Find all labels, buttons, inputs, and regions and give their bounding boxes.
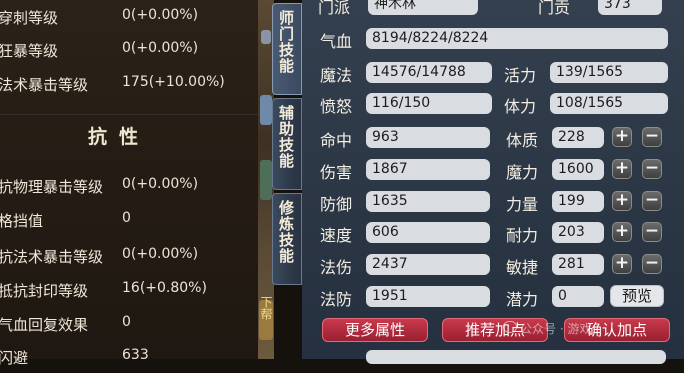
- mp-label: 魔法: [320, 66, 353, 85]
- stat-row-hp-regen: 气血回复效果 0: [0, 310, 258, 340]
- stat-value: 0(+0.00%): [122, 246, 199, 262]
- strength-plus-button[interactable]: +: [612, 191, 632, 211]
- stat-row-block: 格挡值 0: [0, 206, 258, 236]
- tab-cultivation-skills[interactable]: 修炼技能: [272, 193, 302, 285]
- speed-label: 速度: [320, 226, 353, 245]
- strength-label: 力量: [506, 195, 539, 214]
- stat-value: 0: [122, 314, 131, 330]
- defense-field: 1635: [366, 191, 490, 212]
- hit-label: 命中: [320, 131, 353, 150]
- tab-support-skills[interactable]: 辅助技能: [272, 98, 302, 190]
- defense-label: 防御: [320, 195, 353, 214]
- preview-button[interactable]: 预览: [610, 285, 664, 307]
- magic-plus-button[interactable]: +: [612, 159, 632, 179]
- strip-ornament: [261, 30, 271, 44]
- stat-label: 法术暴击等级: [0, 76, 89, 94]
- stat-label: 气血回复效果: [0, 316, 89, 334]
- stat-value: 633: [122, 347, 149, 363]
- anger-label: 愤怒: [320, 97, 353, 116]
- endurance-minus-button[interactable]: −: [642, 222, 662, 242]
- spell-defense-label: 法防: [320, 290, 353, 309]
- watermark-text: 公众号 · 游戏: [520, 322, 592, 336]
- stat-value: 0(+0.00%): [122, 7, 199, 23]
- constitution-minus-button[interactable]: −: [642, 127, 662, 147]
- stat-row-phys-crit-resist: 抗物理暴击等级 0(+0.00%): [0, 172, 258, 202]
- potential-label: 潜力: [506, 290, 539, 309]
- endurance-plus-button[interactable]: +: [612, 222, 632, 242]
- constitution-label: 体质: [506, 131, 539, 150]
- resistance-panel: 穿刺等级 0(+0.00%) 狂暴等级 0(+0.00%) 法术暴击等级 175…: [0, 0, 258, 367]
- next-row-field: [366, 350, 666, 364]
- strength-field: 199: [552, 191, 604, 212]
- stamina-field: 108/1565: [550, 93, 668, 114]
- agility-field: 281: [552, 254, 604, 275]
- damage-label: 伤害: [320, 163, 353, 182]
- stat-row-seal-resist: 抵抗封印等级 16(+0.80%): [0, 276, 258, 306]
- stat-value: 16(+0.80%): [122, 280, 207, 296]
- school-field: 神木林: [368, 0, 478, 15]
- spell-defense-field: 1951: [366, 286, 490, 307]
- stat-label: 抵抗封印等级: [0, 282, 89, 300]
- wechat-icon: [503, 321, 517, 333]
- stat-value: 0(+0.00%): [122, 176, 199, 192]
- agility-label: 敏捷: [506, 258, 539, 277]
- tab-label: 师门技能: [277, 10, 295, 74]
- hp-label: 气血: [320, 32, 353, 51]
- stat-label: 格挡值: [0, 212, 44, 230]
- section-divider: [0, 114, 258, 115]
- stamina-label: 体力: [504, 97, 537, 116]
- stat-label: 抗物理暴击等级: [0, 178, 104, 196]
- strip-ornament: [260, 95, 272, 125]
- mp-field: 14576/14788: [366, 62, 492, 83]
- stat-row-berserk: 狂暴等级 0(+0.00%): [0, 36, 258, 66]
- damage-field: 1867: [366, 159, 490, 180]
- magic-label: 魔力: [506, 163, 539, 182]
- magic-minus-button[interactable]: −: [642, 159, 662, 179]
- strip-text: 下帮: [259, 296, 273, 320]
- school-label: 门派: [318, 0, 351, 17]
- constitution-field: 228: [552, 127, 604, 148]
- vitality-field: 139/1565: [550, 62, 668, 83]
- stat-label: 狂暴等级: [0, 42, 59, 60]
- spell-damage-field: 2437: [366, 254, 490, 275]
- stat-label: 闪避: [0, 349, 29, 367]
- endurance-field: 203: [552, 222, 604, 243]
- tab-label: 修炼技能: [277, 200, 295, 264]
- vitality-label: 活力: [504, 66, 537, 85]
- character-attributes-panel: 门派 神木林 门贡 373 气血 8194/8224/8224 魔法 14576…: [302, 0, 684, 364]
- stat-value: 0(+0.00%): [122, 40, 199, 56]
- constitution-plus-button[interactable]: +: [612, 127, 632, 147]
- stat-row-penetration: 穿刺等级 0(+0.00%): [0, 3, 258, 33]
- speed-field: 606: [366, 222, 490, 243]
- contribution-field: 373: [598, 0, 662, 15]
- stat-row-spell-crit: 法术暴击等级 175(+10.00%): [0, 70, 258, 100]
- stat-row-dodge: 闪避 633: [0, 343, 258, 373]
- section-title-resistance: 抗性: [88, 126, 151, 148]
- tab-school-skills[interactable]: 师门技能: [272, 3, 302, 95]
- strength-minus-button[interactable]: −: [642, 191, 662, 211]
- tab-label: 辅助技能: [277, 105, 295, 169]
- stat-value: 0: [122, 210, 131, 226]
- endurance-label: 耐力: [506, 226, 539, 245]
- spell-damage-label: 法伤: [320, 258, 353, 277]
- stat-value: 175(+10.00%): [122, 74, 225, 90]
- magic-field: 1600: [552, 159, 604, 180]
- stat-label: 抗法术暴击等级: [0, 248, 104, 266]
- agility-plus-button[interactable]: +: [612, 254, 632, 274]
- hp-field: 8194/8224/8224: [366, 28, 668, 49]
- anger-field: 116/150: [366, 93, 492, 114]
- potential-field: 0: [552, 286, 604, 307]
- stat-label: 穿刺等级: [0, 9, 59, 27]
- contribution-label: 门贡: [538, 0, 571, 17]
- hit-field: 963: [366, 127, 490, 148]
- stat-row-spell-crit-resist: 抗法术暴击等级 0(+0.00%): [0, 242, 258, 272]
- strip-ornament: [260, 160, 272, 200]
- more-attributes-button[interactable]: 更多属性: [322, 318, 428, 342]
- agility-minus-button[interactable]: −: [642, 254, 662, 274]
